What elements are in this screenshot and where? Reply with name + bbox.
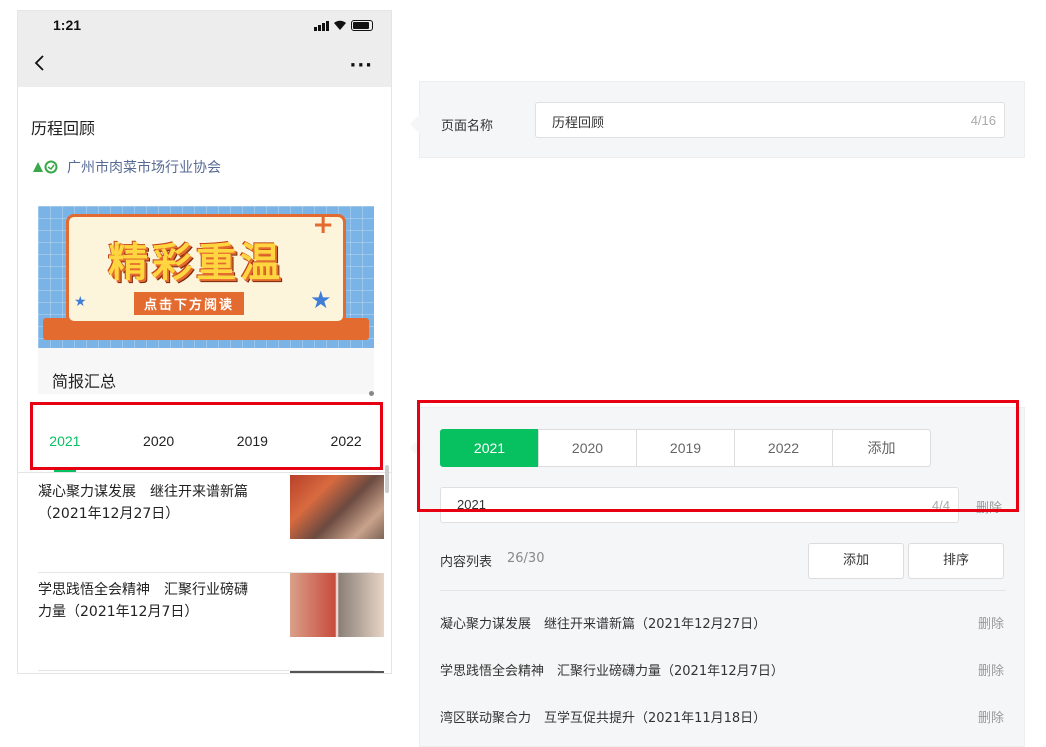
plus-icon: + [312, 210, 334, 240]
content-item-title: 学思践悟全会精神 汇聚行业磅礴力量（2021年12月7日） [440, 664, 784, 679]
article-title: 学思践悟全会精神 汇聚行业磅礴力量（2021年12月7日） [38, 582, 248, 620]
content-item-delete[interactable]: 删除 [978, 613, 1004, 632]
article-thumbnail [290, 573, 384, 637]
battery-icon [351, 20, 373, 31]
org-logo-icon [33, 160, 58, 174]
add-content-button[interactable]: 添加 [808, 543, 904, 579]
article-title: 凝心聚力谋发展 继往开来谱新篇（2021年12月27日） [38, 484, 248, 522]
page-name-count: 4/16 [970, 113, 996, 128]
org-row[interactable]: 广州市肉菜市场行业协会 [31, 157, 221, 177]
content-list-label: 内容列表 [440, 555, 493, 570]
star-icon: ★ [310, 286, 332, 314]
org-name[interactable]: 广州市肉菜市场行业协会 [67, 157, 221, 177]
content-item-delete[interactable]: 删除 [978, 660, 1004, 679]
article-item[interactable] [38, 671, 384, 673]
scrollbar[interactable] [385, 465, 389, 493]
banner-subtitle: 点击下方阅读 [134, 292, 245, 315]
back-icon[interactable] [32, 55, 46, 71]
status-icons [314, 19, 373, 31]
article-item[interactable]: 学思践悟全会精神 汇聚行业磅礴力量（2021年12月7日） [38, 573, 384, 671]
signal-icon [314, 21, 329, 31]
page-name-panel: 页面名称 历程回顾 4/16 [410, 81, 1025, 158]
page-name-label: 页面名称 [441, 119, 494, 134]
content-item-delete[interactable]: 删除 [978, 707, 1004, 726]
star-icon: ★ [74, 294, 87, 310]
page-name-value: 历程回顾 [552, 115, 605, 130]
content-item-title: 凝心聚力谋发展 继往开来谱新篇（2021年12月27日） [440, 617, 767, 632]
more-icon[interactable]: ··· [349, 57, 373, 75]
wifi-icon [334, 20, 346, 30]
highlight-box [417, 400, 1019, 512]
article-item[interactable]: 凝心聚力谋发展 继往开来谱新篇（2021年12月27日） [38, 475, 384, 573]
page-name-input[interactable]: 历程回顾 4/16 [535, 102, 1005, 138]
banner-image[interactable]: + 精彩重温 点击下方阅读 ★ ★ [38, 206, 374, 348]
status-bar: 1:21 [18, 11, 391, 41]
highlight-box [30, 402, 383, 470]
content-item-title: 湾区联动聚合力 互学互促共提升（2021年11月18日） [440, 711, 767, 726]
nav-bar: ··· [18, 41, 391, 87]
scroll-dot [369, 391, 374, 396]
content-list-count: 26/30 [507, 551, 545, 566]
section-title: 简报汇总 [52, 372, 117, 391]
article-thumbnail [290, 671, 384, 673]
article-thumbnail [290, 475, 384, 539]
section-title-box: 简报汇总 [38, 348, 374, 394]
banner-title: 精彩重温 [108, 240, 284, 286]
divider [440, 590, 1006, 591]
sort-button[interactable]: 排序 [908, 543, 1004, 579]
status-time: 1:21 [53, 17, 82, 33]
phone-preview: 1:21 ··· 历程回顾 广州市肉菜市场行业协会 + 精彩重温 点击下方阅读 … [17, 10, 392, 674]
page-title: 历程回顾 [31, 119, 96, 138]
